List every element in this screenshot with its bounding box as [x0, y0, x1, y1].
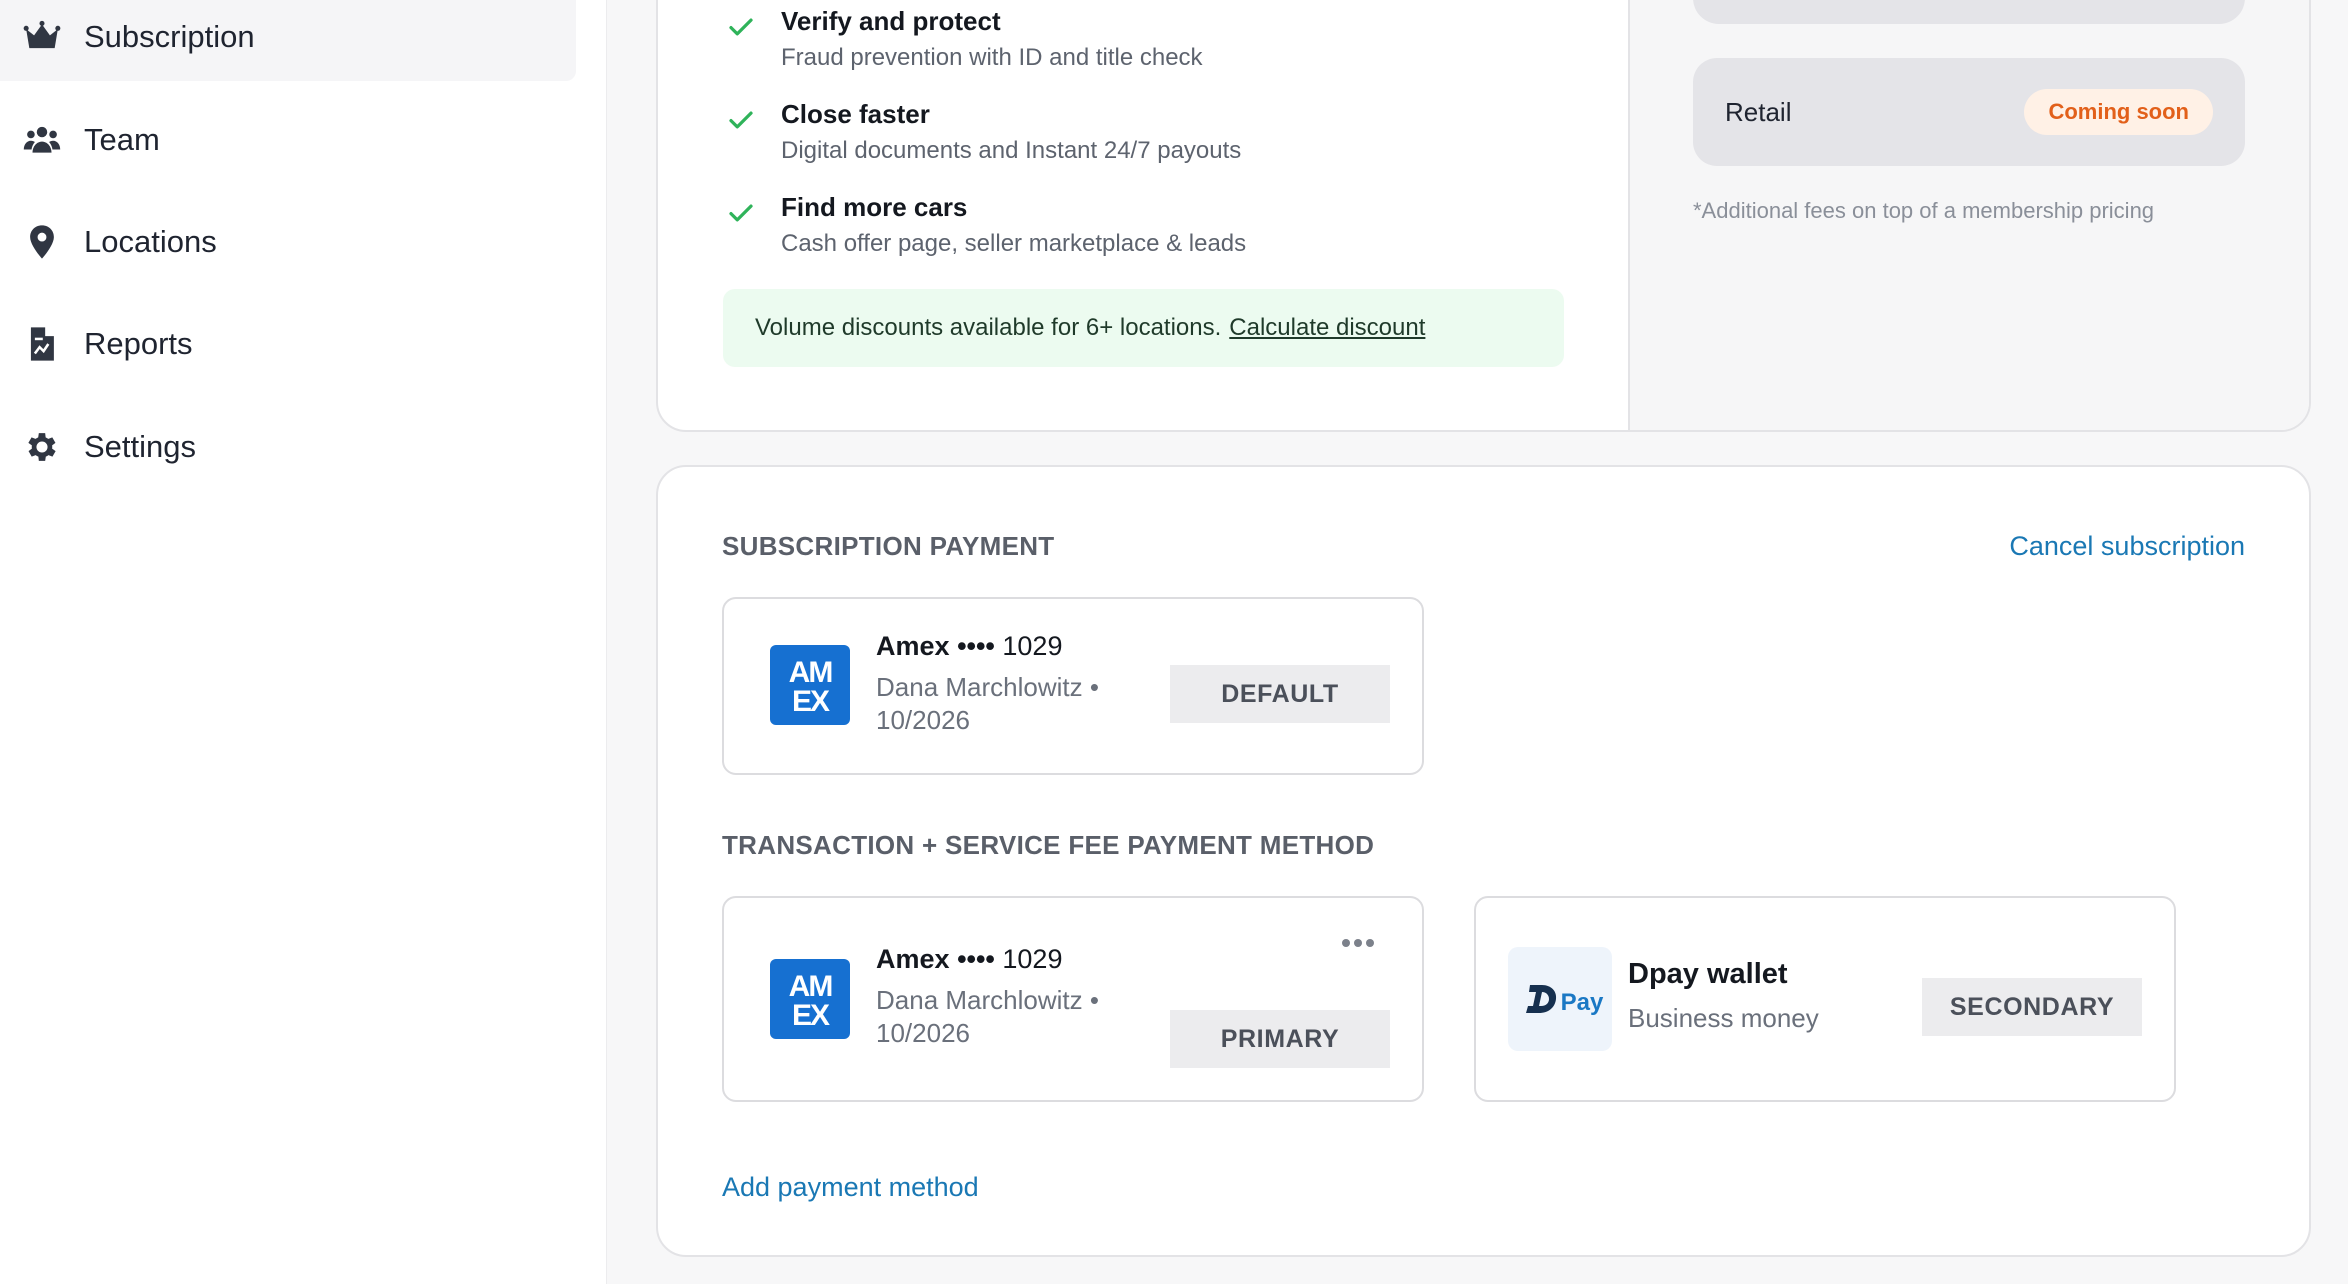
svg-text:EX: EX [792, 685, 830, 718]
default-tag: DEFAULT [1170, 665, 1390, 723]
coming-soon-badge: Coming soon [2024, 89, 2213, 135]
cancel-subscription-link[interactable]: Cancel subscription [2009, 531, 2245, 562]
card-expiry: 10/2026 [876, 1018, 970, 1048]
card-mask: •••• [957, 631, 995, 661]
check-icon [726, 12, 756, 42]
card-mask: •••• [957, 944, 995, 974]
card-expiry: 10/2026 [876, 705, 970, 735]
card-holder-expiry: Dana Marchlowitz • 10/2026 [876, 984, 1136, 1050]
sidebar-item-team[interactable]: Team [0, 96, 576, 184]
svg-text:EX: EX [792, 999, 830, 1032]
dpay-logo-text: Pay [1561, 989, 1604, 1016]
sidebar-item-label: Locations [84, 224, 217, 259]
feature-subtitle: Cash offer page, seller marketplace & le… [781, 230, 1247, 257]
plan-card: Verify and protect Fraud prevention with… [656, 0, 2311, 432]
sidebar-item-label: Settings [84, 429, 197, 464]
payment-card: SUBSCRIPTION PAYMENT Cancel subscription… [656, 465, 2311, 1257]
crown-icon [22, 17, 62, 57]
wallet-title: Dpay wallet [1628, 958, 1788, 990]
gear-icon [22, 427, 62, 467]
amex-logo-icon: AM EX [770, 959, 850, 1039]
card-last4: 1029 [1002, 631, 1063, 661]
add-payment-method-link[interactable]: Add payment method [722, 1172, 979, 1203]
calculate-discount-link[interactable]: Calculate discount [1229, 314, 1425, 342]
plan-option-retail: Retail Coming soon [1693, 58, 2245, 166]
feature-title: Find more cars [781, 192, 968, 222]
plan-option[interactable] [1693, 0, 2245, 24]
volume-discount-banner: Volume discounts available for 6+ locati… [723, 289, 1564, 367]
secondary-payment-method[interactable]: Pay Dpay wallet Business money SECONDARY [1474, 896, 2176, 1102]
card-brand: Amex [876, 631, 950, 661]
feature-subtitle: Digital documents and Instant 24/7 payou… [781, 137, 1242, 164]
card-holder-expiry: Dana Marchlowitz • 10/2026 [876, 671, 1136, 737]
check-icon [726, 198, 756, 228]
subscription-payment-method[interactable]: AM EX Amex •••• 1029 Dana Marchlowitz • … [722, 597, 1424, 775]
check-icon [726, 105, 756, 135]
wallet-subtitle: Business money [1628, 1003, 1819, 1033]
transaction-payment-title: TRANSACTION + SERVICE FEE PAYMENT METHOD [722, 830, 1375, 860]
feature-subtitle: Fraud prevention with ID and title check [781, 44, 1203, 71]
plan-option-label: Retail [1725, 96, 1792, 127]
card-last4: 1029 [1002, 944, 1063, 974]
sidebar-item-settings[interactable]: Settings [0, 403, 576, 491]
sidebar-item-label: Team [84, 122, 160, 157]
amex-logo-icon: AM EX [770, 645, 850, 725]
discount-text: Volume discounts available for 6+ locati… [755, 314, 1222, 341]
dpay-logo-icon: Pay [1508, 947, 1612, 1051]
card-holder: Dana Marchlowitz • [876, 985, 1099, 1015]
card-title: Amex •••• 1029 [876, 631, 1062, 662]
report-icon [22, 324, 62, 364]
sidebar-item-label: Reports [84, 326, 193, 361]
secondary-tag: SECONDARY [1922, 978, 2142, 1036]
primary-payment-method[interactable]: AM EX Amex •••• 1029 Dana Marchlowitz • … [722, 896, 1424, 1102]
feature-title: Verify and protect [781, 6, 1001, 36]
users-icon [22, 120, 62, 160]
sidebar: Subscription Team Locations Reports Sett… [0, 0, 607, 1284]
card-brand: Amex [876, 944, 950, 974]
sidebar-item-label: Subscription [84, 19, 255, 54]
subscription-payment-title: SUBSCRIPTION PAYMENT [722, 531, 1055, 561]
fees-note: *Additional fees on top of a membership … [1693, 198, 2155, 223]
card-title: Amex •••• 1029 [876, 944, 1062, 975]
card-holder: Dana Marchlowitz • [876, 672, 1099, 702]
primary-tag: PRIMARY [1170, 1010, 1390, 1068]
feature-title: Close faster [781, 99, 930, 129]
sidebar-item-reports[interactable]: Reports [0, 300, 576, 388]
sidebar-item-locations[interactable]: Locations [0, 198, 576, 286]
more-options-icon[interactable] [1340, 936, 1376, 950]
sidebar-item-subscription[interactable]: Subscription [0, 0, 576, 81]
map-pin-icon [22, 222, 62, 262]
